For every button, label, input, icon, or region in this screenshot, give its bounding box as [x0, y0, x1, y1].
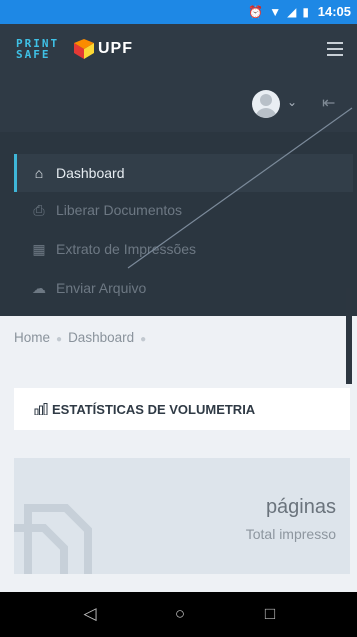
- breadcrumb-separator: ●: [56, 334, 63, 345]
- wifi-icon: ▼: [269, 5, 282, 19]
- logout-icon[interactable]: ⇤: [322, 93, 335, 113]
- stat-label: Total impresso: [245, 526, 336, 542]
- sidebar-item-label: Enviar Arquivo: [56, 280, 147, 296]
- sidebar-item-dashboard[interactable]: ⌂ Dashboard: [14, 154, 353, 192]
- sidebar-item-extrato-impressoes[interactable]: ▦ Extrato de Impressões: [14, 230, 350, 268]
- upf-label: UPF: [98, 40, 133, 57]
- volumetry-panel-header: ESTATÍSTICAS DE VOLUMETRIA: [14, 388, 350, 430]
- print-safe-logo: PRINT SAFE: [16, 37, 60, 61]
- stat-card-total-printed: páginas Total impresso: [14, 458, 350, 574]
- breadcrumb-separator: ●: [140, 334, 147, 345]
- avatar[interactable]: [252, 90, 280, 118]
- battery-icon: ▮: [302, 5, 309, 19]
- app-header: PRINT SAFE UPF: [0, 24, 357, 78]
- printer-icon: ⎙: [33, 201, 45, 218]
- breadcrumb-current: Dashboard: [68, 330, 135, 345]
- chevron-down-icon[interactable]: ⌄: [287, 95, 297, 109]
- home-button-icon[interactable]: ○: [170, 604, 190, 624]
- status-time: 14:05: [317, 4, 351, 19]
- breadcrumb-home[interactable]: Home: [14, 330, 50, 345]
- back-icon[interactable]: ◁: [80, 604, 100, 624]
- sidebar-item-label: Liberar Documentos: [56, 202, 183, 218]
- cloud-upload-icon: ☁: [32, 279, 46, 296]
- document-stack-icon: [14, 504, 92, 574]
- bar-chart-icon: [34, 403, 48, 415]
- android-nav-bar: ◁ ○ □: [0, 592, 357, 637]
- sidebar-item-enviar-arquivo[interactable]: ☁ Enviar Arquivo: [14, 269, 350, 307]
- hamburger-menu-icon[interactable]: [327, 42, 343, 56]
- upf-logo-icon: [74, 39, 94, 59]
- sidebar-item-label: Extrato de Impressões: [56, 241, 197, 257]
- signal-icon: ◢: [287, 5, 297, 19]
- breadcrumb: Home ● Dashboard ●: [14, 330, 152, 345]
- recent-apps-icon[interactable]: □: [260, 604, 280, 624]
- grid-icon: ▦: [32, 240, 46, 257]
- stat-value: páginas: [265, 496, 336, 518]
- panel-title: ESTATÍSTICAS DE VOLUMETRIA: [52, 401, 256, 417]
- sidebar-item-liberar-documentos[interactable]: ⎙ Liberar Documentos: [14, 191, 350, 229]
- home-icon: ⌂: [34, 165, 44, 181]
- sidebar-item-label: Dashboard: [56, 165, 125, 181]
- sidebar-menu: ⌂ Dashboard ⎙ Liberar Documentos ▦ Extra…: [0, 132, 357, 316]
- user-bar: ⌄ ⇤: [0, 78, 357, 132]
- alarm-icon: ⏰: [248, 5, 264, 19]
- status-bar: ⏰ ▼ ◢ ▮ 14:05: [0, 0, 357, 24]
- brand-logo[interactable]: PRINT SAFE UPF: [16, 38, 133, 60]
- scrollbar[interactable]: [346, 288, 352, 384]
- status-icons: ⏰ ▼ ◢ ▮: [248, 4, 309, 20]
